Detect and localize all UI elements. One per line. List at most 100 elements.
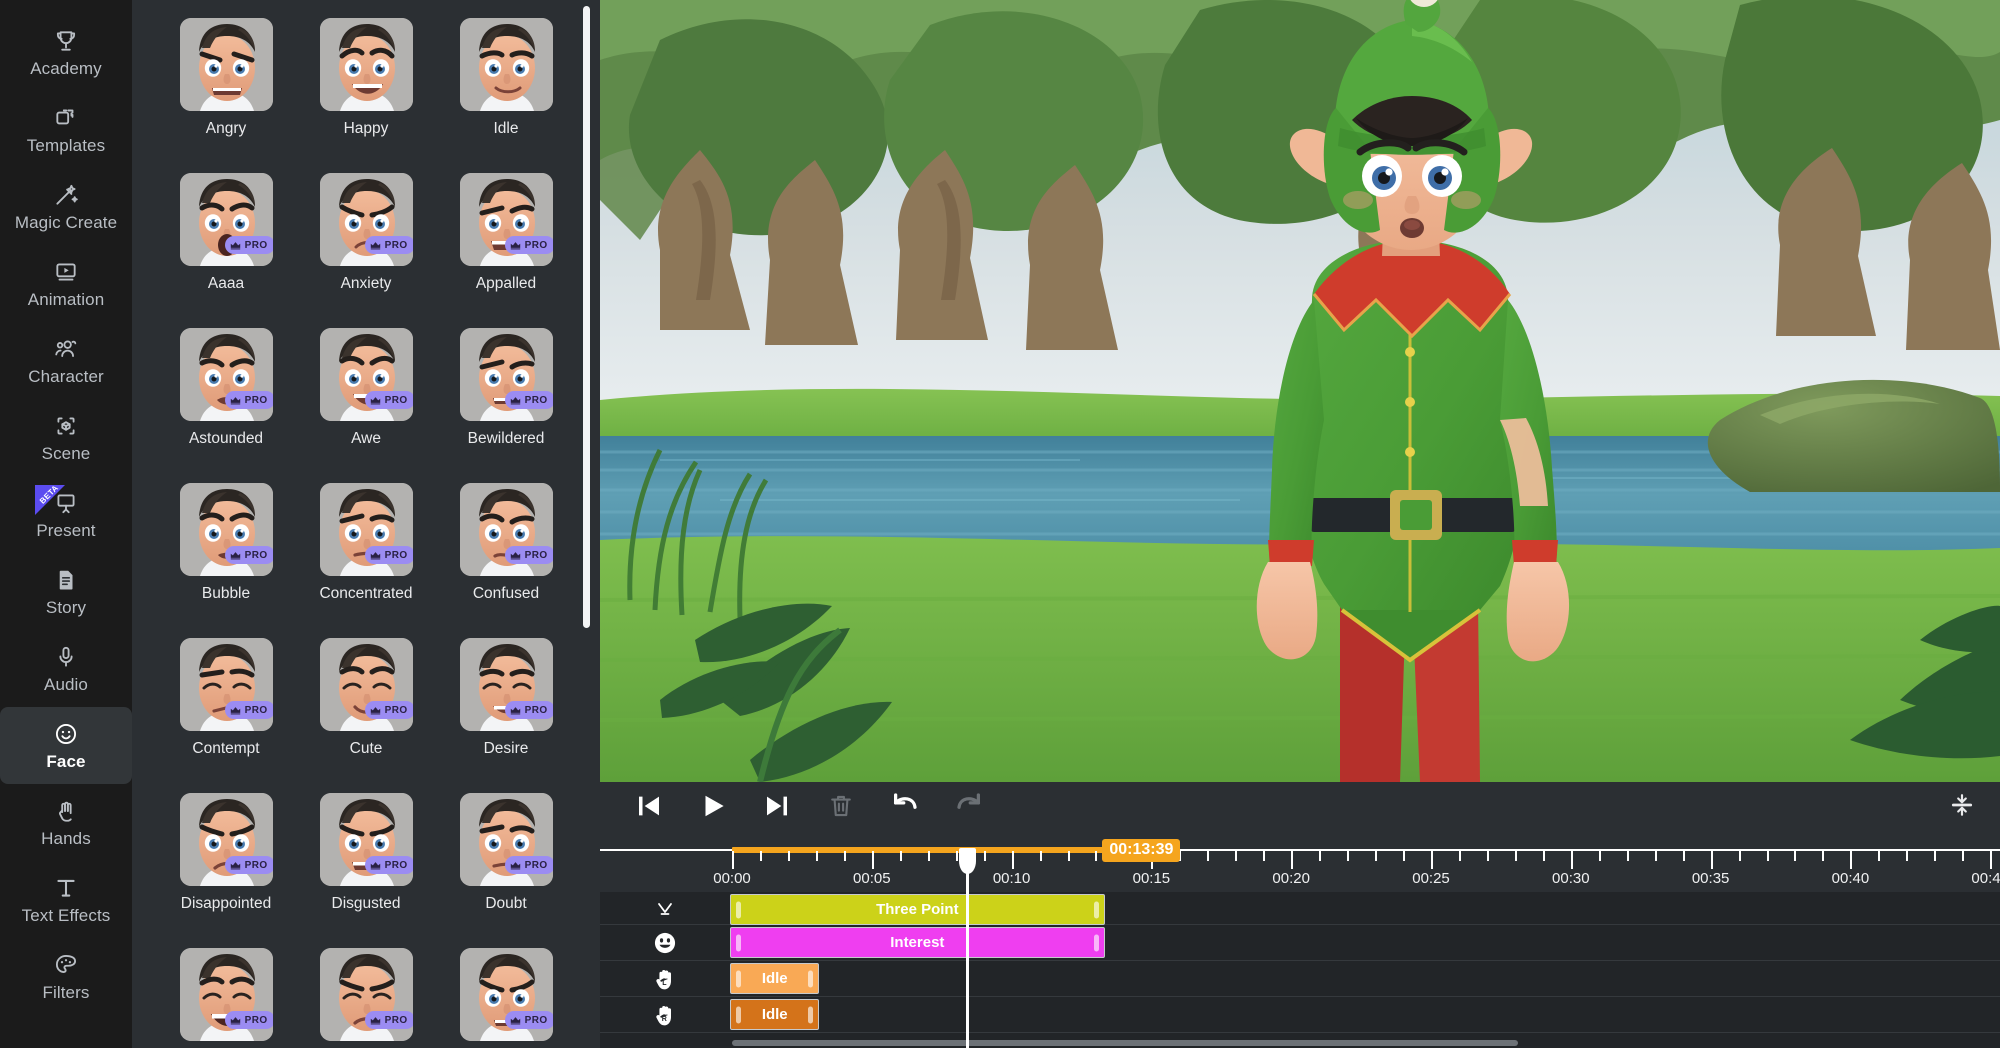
- playhead-handle[interactable]: [959, 848, 976, 874]
- timeline-clip[interactable]: Three Point: [730, 894, 1105, 925]
- expression-card[interactable]: PRO: [436, 948, 576, 1048]
- clip-right-handle[interactable]: [1094, 901, 1099, 918]
- expression-card[interactable]: PROAwe: [296, 328, 436, 483]
- expression-card[interactable]: PROAppalled: [436, 173, 576, 328]
- clip-right-handle[interactable]: [808, 970, 813, 987]
- expression-thumbnail[interactable]: [320, 18, 413, 111]
- sidebar-item-academy[interactable]: Academy: [0, 14, 132, 91]
- pro-badge-label: PRO: [525, 240, 548, 251]
- expression-thumbnail[interactable]: PRO: [320, 793, 413, 886]
- expression-thumbnail[interactable]: PRO: [320, 948, 413, 1041]
- timeline-clip[interactable]: Interest: [730, 927, 1105, 958]
- track-lane[interactable]: Three Point: [730, 892, 2000, 924]
- sidebar-item-scene[interactable]: Scene: [0, 399, 132, 476]
- 3d-viewport-preview[interactable]: [600, 0, 2000, 782]
- expression-thumbnail[interactable]: PRO: [180, 328, 273, 421]
- sidebar-item-animation[interactable]: Animation: [0, 245, 132, 322]
- sidebar-item-audio[interactable]: Audio: [0, 630, 132, 707]
- expression-thumbnail[interactable]: [180, 18, 273, 111]
- track-lane[interactable]: Idle: [730, 997, 2000, 1032]
- clip-left-handle[interactable]: [736, 901, 741, 918]
- collapse-vertical-icon[interactable]: [1946, 789, 1978, 821]
- timeline-horizontal-scrollbar[interactable]: [732, 1040, 1518, 1046]
- expression-thumbnail[interactable]: PRO: [320, 173, 413, 266]
- redo-button[interactable]: [952, 789, 986, 823]
- expression-thumbnail[interactable]: PRO: [460, 328, 553, 421]
- expression-label: Anxiety: [341, 275, 392, 293]
- timeline-clip[interactable]: Idle: [730, 999, 819, 1030]
- expression-card[interactable]: PRODesire: [436, 638, 576, 793]
- expression-thumbnail[interactable]: PRO: [180, 793, 273, 886]
- clip-left-handle[interactable]: [736, 934, 741, 951]
- expression-card[interactable]: PROContempt: [156, 638, 296, 793]
- sidebar-item-templates[interactable]: Templates: [0, 91, 132, 168]
- undo-button[interactable]: [888, 789, 922, 823]
- crown-icon: [370, 861, 381, 870]
- expression-card[interactable]: PROConfused: [436, 483, 576, 638]
- face-track-icon[interactable]: [600, 930, 730, 956]
- panel-vertical-scrollbar[interactable]: [583, 6, 590, 628]
- expression-thumbnail[interactable]: PRO: [320, 638, 413, 731]
- expression-thumbnail[interactable]: PRO: [180, 638, 273, 731]
- expression-card[interactable]: Angry: [156, 18, 296, 173]
- expression-card[interactable]: PRODoubt: [436, 793, 576, 948]
- three-point-light-icon[interactable]: [600, 896, 730, 920]
- expression-card[interactable]: PROAstounded: [156, 328, 296, 483]
- expression-thumbnail[interactable]: PRO: [320, 328, 413, 421]
- expression-card[interactable]: PRO: [296, 948, 436, 1048]
- delete-button[interactable]: [824, 789, 858, 823]
- expression-thumbnail[interactable]: PRO: [180, 948, 273, 1041]
- right-hand-track-icon[interactable]: R: [600, 1002, 730, 1028]
- expression-card[interactable]: PRODisgusted: [296, 793, 436, 948]
- jump-to-start-button[interactable]: [632, 789, 666, 823]
- track-lane[interactable]: Interest: [730, 925, 2000, 960]
- clip-right-handle[interactable]: [1094, 934, 1099, 951]
- left-hand-track-icon[interactable]: L: [600, 966, 730, 992]
- ruler-tick-minor: [900, 851, 902, 861]
- pro-badge: PRO: [365, 701, 413, 719]
- clip-left-handle[interactable]: [736, 970, 741, 987]
- play-button[interactable]: [696, 789, 730, 823]
- pro-badge: PRO: [365, 856, 413, 874]
- expression-card[interactable]: Happy: [296, 18, 436, 173]
- track-lane[interactable]: Idle: [730, 961, 2000, 996]
- jump-to-end-button[interactable]: [760, 789, 794, 823]
- expression-thumbnail[interactable]: PRO: [460, 483, 553, 576]
- expression-thumbnail[interactable]: PRO: [460, 948, 553, 1041]
- sidebar-item-face[interactable]: Face: [0, 707, 132, 784]
- sidebar-item-character[interactable]: Character: [0, 322, 132, 399]
- crown-icon: [370, 706, 381, 715]
- expression-card[interactable]: PRO Anxiety: [296, 173, 436, 328]
- sidebar-item-filters[interactable]: Filters: [0, 938, 132, 1015]
- ruler-tick-minor: [1263, 851, 1265, 861]
- expression-thumbnail[interactable]: PRO: [320, 483, 413, 576]
- expression-card[interactable]: PRO: [156, 948, 296, 1048]
- expression-thumbnail[interactable]: [460, 18, 553, 111]
- sidebar-item-text-effects[interactable]: Text Effects: [0, 861, 132, 938]
- expression-thumbnail[interactable]: PRO: [180, 483, 273, 576]
- expression-card[interactable]: PRODisappointed: [156, 793, 296, 948]
- sidebar-item-story[interactable]: Story: [0, 553, 132, 630]
- sidebar-item-magic-create[interactable]: Magic Create: [0, 168, 132, 245]
- timeline-clip[interactable]: Idle: [730, 963, 819, 994]
- expression-card[interactable]: PROCute: [296, 638, 436, 793]
- clip-left-handle[interactable]: [736, 1006, 741, 1023]
- expression-card[interactable]: PROBewildered: [436, 328, 576, 483]
- ruler-tick-minor: [1822, 851, 1824, 861]
- expression-thumbnail[interactable]: PRO: [460, 793, 553, 886]
- clip-right-handle[interactable]: [808, 1006, 813, 1023]
- palette-icon: [52, 951, 80, 979]
- ruler-tick-major: [1291, 851, 1293, 869]
- trash-icon: [827, 792, 855, 820]
- expression-card[interactable]: Idle: [436, 18, 576, 173]
- expression-card[interactable]: PROBubble: [156, 483, 296, 638]
- svg-text:R: R: [662, 1015, 667, 1022]
- expression-thumbnail[interactable]: PRO: [180, 173, 273, 266]
- sidebar-item-present[interactable]: BETAPresent: [0, 476, 132, 553]
- expression-card[interactable]: PROAaaa: [156, 173, 296, 328]
- expression-card[interactable]: PROConcentrated: [296, 483, 436, 638]
- sidebar-item-hands[interactable]: Hands: [0, 784, 132, 861]
- expression-thumbnail[interactable]: PRO: [460, 638, 553, 731]
- timeline-ruler[interactable]: 00:13:39 00:0000:0500:1000:1500:2000:250…: [600, 830, 2000, 892]
- expression-thumbnail[interactable]: PRO: [460, 173, 553, 266]
